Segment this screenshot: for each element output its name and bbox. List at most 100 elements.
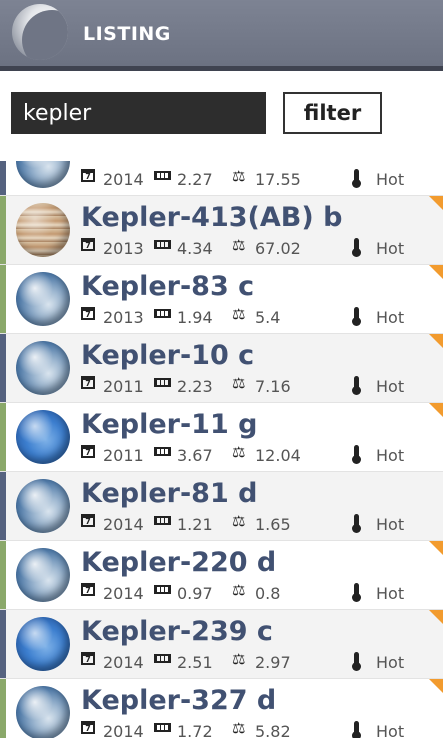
header-divider [0,66,443,71]
discovery-year: 2014 [103,170,144,189]
discovery-year: 2014 [103,515,144,534]
calendar-icon: 7 [81,514,95,527]
ruler-icon [154,307,171,318]
planet-mass: 67.02 [255,239,301,258]
category-stripe [0,403,6,471]
planet-name: Kepler-413(AB) b [81,202,343,233]
ruler-icon [154,376,171,387]
planet-mass: 0.8 [255,584,281,603]
scale-icon: ⚖ [232,512,246,530]
planet-mass: 12.04 [255,446,301,465]
planet-name: Kepler-83 c [81,271,255,302]
scale-icon: ⚖ [232,305,246,323]
planet-mass: 1.65 [255,515,291,534]
thermometer-icon [351,514,361,533]
category-stripe [0,610,6,678]
search-input[interactable] [11,92,266,134]
planet-list-item[interactable]: Kepler-10 c 7 2011 2.23 ⚖ 7.16 Hot [0,334,443,403]
planet-thumbnail-icon [16,617,70,671]
planet-radius: 0.97 [177,584,213,603]
thermometer-icon [351,376,361,395]
planet-radius: 1.21 [177,515,213,534]
scale-icon: ⚖ [232,374,246,392]
discovery-year: 2014 [103,584,144,603]
scale-icon: ⚖ [232,650,246,668]
planet-radius: 3.67 [177,446,213,465]
planet-mass: 7.16 [255,377,291,396]
planet-thumbnail-icon [16,161,70,188]
planet-mass: 5.4 [255,308,281,327]
category-stripe [0,161,6,195]
calendar-icon: 7 [81,307,95,320]
scale-icon: ⚖ [232,443,246,461]
planet-list-item[interactable]: Kepler-83 c 7 2013 1.94 ⚖ 5.4 Hot [0,265,443,334]
planet-temperature: Hot [376,446,405,465]
discovery-year: 2013 [103,308,144,327]
planet-list-items: 7 2014 2.27 ⚖ 17.55 Hot Kepler-413(AB) b 7 2013 4… [0,161,443,738]
ruler-icon [154,514,171,525]
planet-temperature: Hot [376,515,405,534]
thermometer-icon [351,169,361,188]
filter-button[interactable]: filter [283,92,382,134]
thermometer-icon [351,652,361,671]
discovery-year: 2011 [103,446,144,465]
planet-list-item[interactable]: 7 2014 2.27 ⚖ 17.55 Hot [0,161,443,196]
planet-temperature: Hot [376,377,405,396]
planet-list-item[interactable]: Kepler-413(AB) b 7 2013 4.34 ⚖ 67.02 Hot [0,196,443,265]
new-badge-corner [429,265,443,279]
planet-thumbnail-icon [16,203,70,257]
thermometer-icon [351,445,361,464]
page-title: LISTING [83,23,171,45]
planet-list-item[interactable]: Kepler-327 d 7 2014 1.72 ⚖ 5.82 Hot [0,679,443,738]
planet-name: Kepler-11 g [81,409,258,440]
planet-name: Kepler-220 d [81,547,277,578]
planet-temperature: Hot [376,239,405,258]
category-stripe [0,472,6,540]
planet-thumbnail-icon [16,479,70,533]
calendar-icon: 7 [81,169,95,182]
planet-list-item[interactable]: Kepler-239 c 7 2014 2.51 ⚖ 2.97 Hot [0,610,443,679]
thermometer-icon [351,721,361,738]
planet-thumbnail-icon [16,341,70,395]
new-badge-corner [429,679,443,693]
ruler-icon [154,169,171,180]
planet-temperature: Hot [376,308,405,327]
app-header: LISTING [0,0,443,66]
planet-logo-icon [12,4,68,60]
planet-list[interactable]: 7 2014 2.27 ⚖ 17.55 Hot Kepler-413(AB) b 7 2013 4… [0,161,443,738]
planet-name: Kepler-81 d [81,478,258,509]
planet-temperature: Hot [376,722,405,738]
discovery-year: 2013 [103,239,144,258]
new-badge-corner [429,334,443,348]
planet-thumbnail-icon [16,410,70,464]
planet-radius: 4.34 [177,239,213,258]
thermometer-icon [351,307,361,326]
planet-mass: 5.82 [255,722,291,738]
new-badge-corner [429,196,443,210]
category-stripe [0,196,6,264]
new-badge-corner [429,610,443,624]
discovery-year: 2011 [103,377,144,396]
planet-mass: 2.97 [255,653,291,672]
scale-icon: ⚖ [232,719,246,737]
category-stripe [0,334,6,402]
planet-list-item[interactable]: Kepler-11 g 7 2011 3.67 ⚖ 12.04 Hot [0,403,443,472]
planet-radius: 1.94 [177,308,213,327]
calendar-icon: 7 [81,652,95,665]
scale-icon: ⚖ [232,236,246,254]
planet-temperature: Hot [376,584,405,603]
ruler-icon [154,583,171,594]
calendar-icon: 7 [81,376,95,389]
planet-temperature: Hot [376,170,405,189]
app-window: LISTING filter 720142.27⚖17.55HotKepler-… [0,0,443,738]
thermometer-icon [351,583,361,602]
ruler-icon [154,238,171,249]
planet-thumbnail-icon [16,686,70,738]
planet-name: Kepler-239 c [81,616,273,647]
calendar-icon: 7 [81,238,95,251]
planet-list-item[interactable]: Kepler-81 d 7 2014 1.21 ⚖ 1.65 Hot [0,472,443,541]
scale-icon: ⚖ [232,167,246,185]
planet-list-item[interactable]: Kepler-220 d 7 2014 0.97 ⚖ 0.8 Hot [0,541,443,610]
calendar-icon: 7 [81,583,95,596]
ruler-icon [154,721,171,732]
